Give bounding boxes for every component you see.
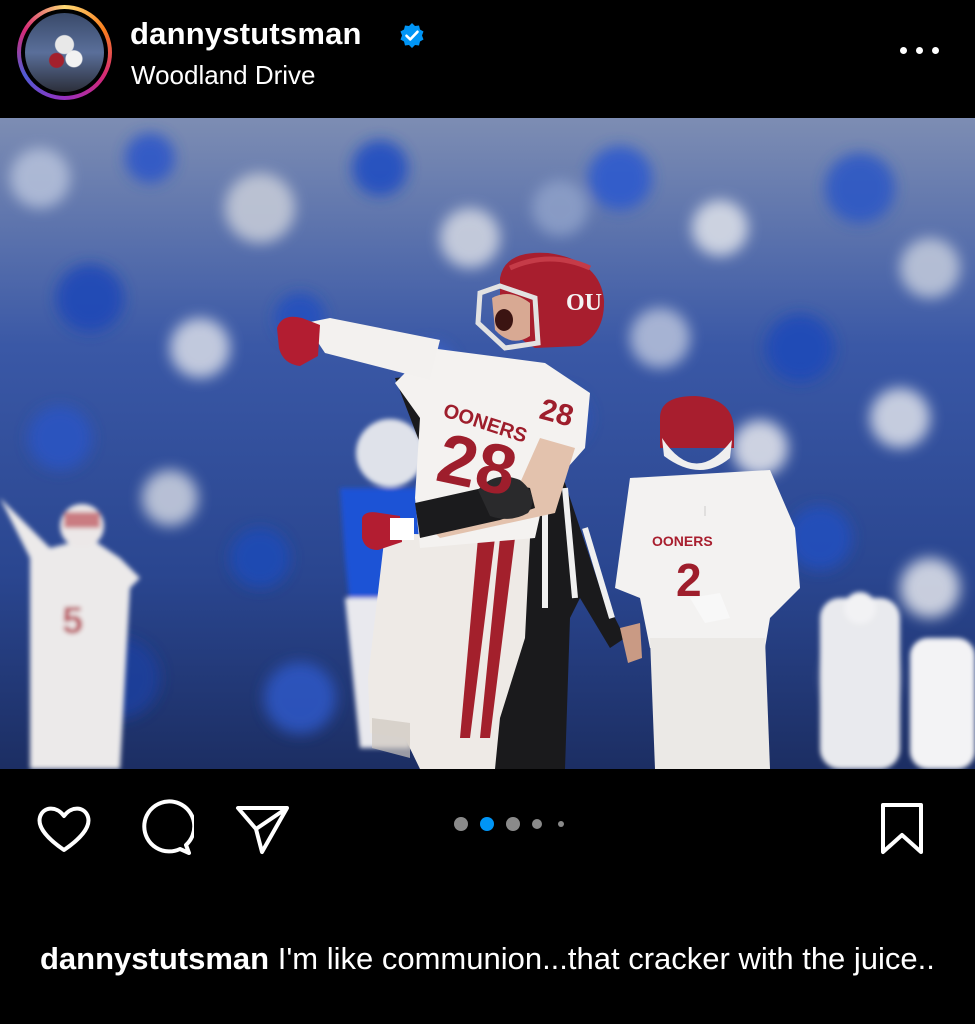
post-photo[interactable]: 5 OONERS 2 OU OONERS 28 28 <box>0 118 975 769</box>
left-player-number: 5 <box>62 600 83 642</box>
send-icon[interactable] <box>232 799 292 859</box>
more-options-icon[interactable] <box>898 36 942 66</box>
main-player-number: 28 <box>431 418 523 510</box>
carousel-dot <box>558 821 564 827</box>
post-caption: dannystutsman I'm like communion...that … <box>40 938 940 980</box>
carousel-dot <box>454 817 468 831</box>
carousel-dot <box>506 817 520 831</box>
comment-icon[interactable] <box>134 799 194 859</box>
caption-text: I'm like communion...that cracker with t… <box>277 941 935 976</box>
helmet-logo: OU <box>566 290 602 316</box>
heart-icon[interactable] <box>34 799 94 859</box>
avatar-image <box>25 13 104 92</box>
carousel-indicator <box>454 816 566 832</box>
photo-illustration: 5 OONERS 2 OU OONERS 28 28 <box>0 118 975 769</box>
bookmark-icon[interactable] <box>872 799 932 859</box>
profile-avatar[interactable] <box>17 5 112 100</box>
avatar-border <box>21 9 108 96</box>
verified-badge-icon <box>400 23 424 48</box>
carousel-dot-active <box>480 817 494 831</box>
right-player-jersey-text: OONERS <box>652 533 713 549</box>
caption-username[interactable]: dannystutsman <box>40 941 269 976</box>
username[interactable]: dannystutsman <box>130 16 362 52</box>
carousel-dot <box>532 819 542 829</box>
location-link[interactable]: Woodland Drive <box>131 60 316 91</box>
post-header: dannystutsman Woodland Drive <box>0 0 975 118</box>
